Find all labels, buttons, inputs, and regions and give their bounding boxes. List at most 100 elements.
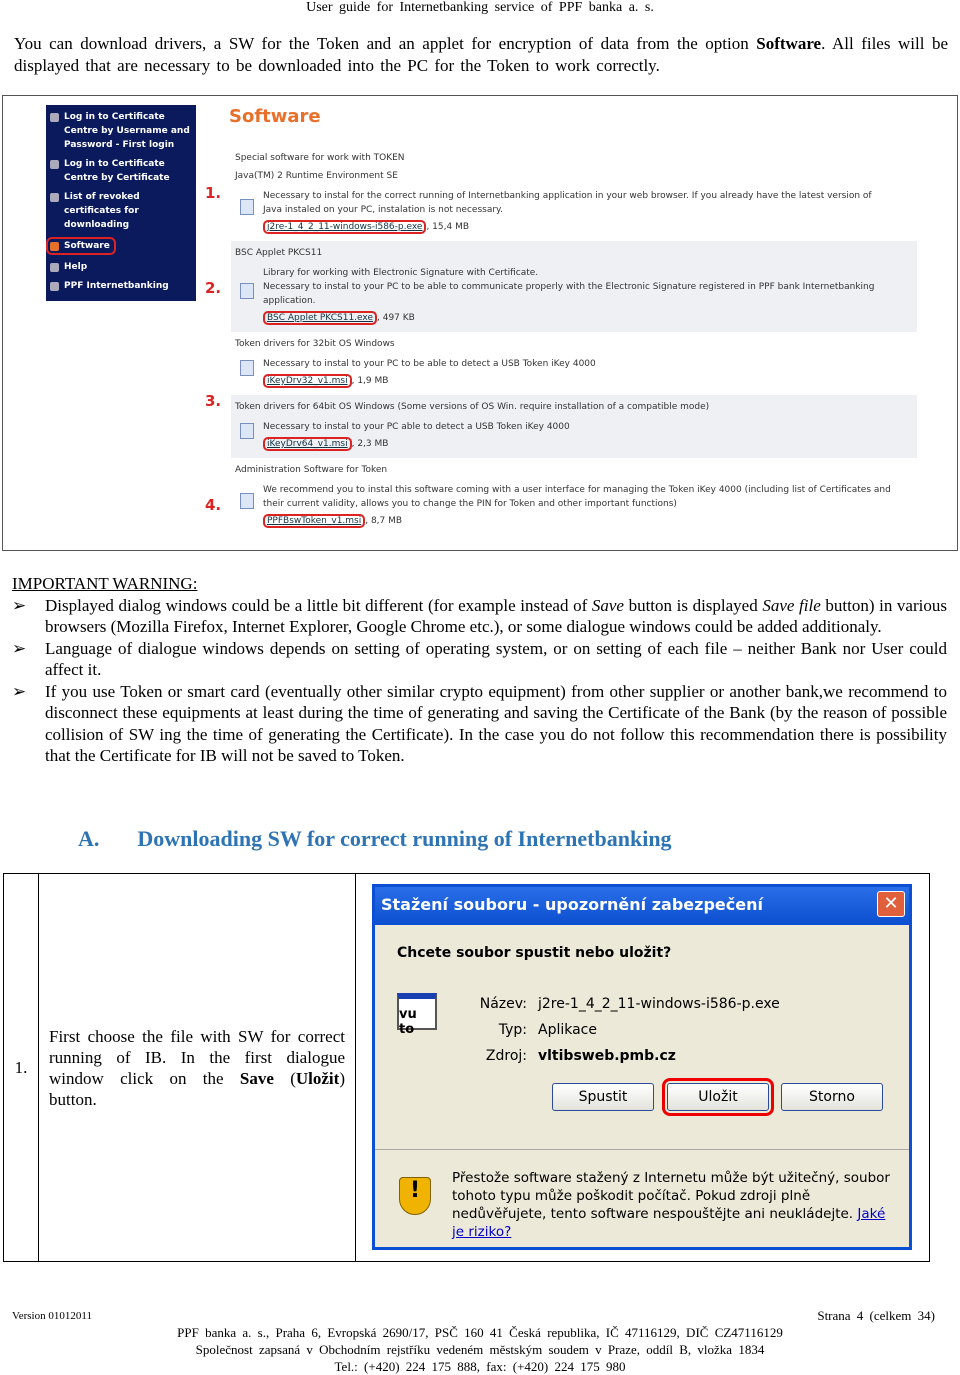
section-letter: A.	[78, 826, 100, 851]
file-size: , 8,7 MB	[365, 516, 403, 526]
description: We recommend you to instal this software…	[263, 485, 891, 495]
bullet-icon	[50, 160, 59, 169]
software-screenshot: Log in to Certificate Centre by Username…	[2, 95, 958, 551]
section-title: Downloading SW for correct running of In…	[137, 826, 672, 851]
description: Necessary to instal for the correct runn…	[263, 191, 872, 201]
file-size: , 497 KB	[377, 313, 415, 323]
section-heading: Token drivers for 32bit OS Windows	[235, 339, 395, 349]
cancel-button[interactable]: Storno	[781, 1083, 883, 1111]
footer-line: Společnost zapsaná v Obchodním rejstříku…	[195, 1342, 765, 1357]
sidebar-item[interactable]: Software	[46, 237, 116, 255]
download-link[interactable]: j2re-1_4_2_11-windows-i586-p.exe	[263, 220, 427, 234]
software-section: 1. Special software for work with TOKEN Ja…	[205, 146, 917, 241]
intro-bold: Software	[756, 34, 822, 53]
software-section: Token drivers for 64bit OS Windows (Some…	[231, 395, 917, 458]
save-button[interactable]: Uložit	[662, 1078, 774, 1116]
warning-bullet: Displayed dialog windows could be a litt…	[12, 595, 947, 638]
file-name: j2re-1_4_2_11-windows-i586-p.exe	[538, 996, 780, 1012]
bullet-icon	[50, 242, 59, 251]
sidebar-item[interactable]: PPF Internetbanking	[50, 279, 192, 293]
file-icon	[240, 423, 254, 439]
section-heading: BSC Applet PKCS11	[235, 248, 323, 258]
text: Save	[239, 1068, 274, 1088]
sidebar-item[interactable]: Log in to Certificate Centre by Username…	[50, 110, 192, 152]
software-section: 4. Administration Software for Token We re…	[205, 458, 917, 535]
security-warning: Přestože software stažený z Internetu mů…	[452, 1169, 892, 1241]
dialog-values: j2re-1_4_2_11-windows-i586-p.exe Aplikace…	[538, 991, 780, 1069]
download-link[interactable]: iKeyDrv64_v1.msi	[263, 437, 352, 451]
intro-paragraph: You can download drivers, a SW for the T…	[14, 33, 948, 76]
version: Version 01012011	[12, 1310, 92, 1322]
bullet-icon	[50, 193, 59, 202]
important-warning: IMPORTANT WARNING: Displayed dialog wind…	[12, 573, 947, 767]
sidebar: Log in to Certificate Centre by Username…	[46, 105, 196, 301]
dialog-labels: Název: Typ: Zdroj:	[475, 991, 527, 1069]
file-icon	[240, 283, 254, 299]
download-link[interactable]: PPFBswToken_v1.msi	[263, 514, 366, 528]
software-section: 3. Token drivers for 32bit OS Windows Nece…	[205, 332, 917, 410]
description: Necessary to instal to your PC able to d…	[263, 422, 570, 432]
application-icon: vu to	[397, 993, 437, 1037]
file-type: Aplikace	[538, 1022, 597, 1038]
bullet-icon	[50, 263, 59, 272]
file-icon	[240, 199, 254, 215]
bullet-icon	[50, 282, 59, 291]
sidebar-item[interactable]: Log in to Certificate Centre by Certific…	[50, 157, 192, 185]
divider	[375, 1149, 909, 1150]
download-link[interactable]: iKeyDrv32_v1.msi	[263, 374, 352, 388]
step-marker: 4.	[205, 496, 222, 514]
description: application.	[263, 296, 316, 306]
description: Necessary to instal to your PC to be abl…	[263, 359, 596, 369]
warning-text: Přestože software stažený z Internetu mů…	[452, 1170, 890, 1222]
file-size: , 1,9 MB	[351, 376, 389, 386]
download-link[interactable]: BSC Applet PKCS11.exe	[263, 311, 377, 325]
run-button[interactable]: Spustit	[552, 1083, 654, 1111]
description: Library for working with Electronic Sign…	[263, 268, 539, 278]
sidebar-item-label: List of revoked certificates for downloa…	[64, 192, 140, 230]
footer-line: PPF banka a. s., Praha 6, Evropská 2690/…	[177, 1325, 783, 1340]
step-text: First choose the file with SW for correc…	[38, 873, 356, 1262]
download-dialog: Stažení souboru - upozornění zabezpečení…	[372, 884, 912, 1250]
type-label: Typ:	[498, 1022, 527, 1038]
sidebar-item[interactable]: List of revoked certificates for downloa…	[50, 190, 192, 232]
footer-line: Tel.: (+420) 224 175 888, fax: (+420) 22…	[334, 1359, 626, 1374]
sidebar-item-label: Log in to Certificate Centre by Username…	[64, 112, 190, 150]
sidebar-item-label: Log in to Certificate Centre by Certific…	[64, 159, 170, 183]
file-size: , 15,4 MB	[426, 222, 470, 232]
intro-text: You can download drivers, a SW for the T…	[14, 34, 757, 53]
dialog-title: Stažení souboru - upozornění zabezpečení	[375, 887, 909, 925]
name-label: Název:	[479, 996, 527, 1012]
text: Save	[591, 595, 624, 615]
step-marker: 1.	[205, 184, 222, 202]
step-marker: 2.	[205, 279, 222, 297]
text: Displayed dialog windows could be a litt…	[45, 595, 592, 615]
bullet-icon	[50, 113, 59, 122]
sidebar-item-label: PPF Internetbanking	[64, 281, 169, 291]
page-number: Strana 4 (celkem 34)	[817, 1308, 935, 1323]
software-list: 1. Special software for work with TOKEN Ja…	[205, 146, 917, 535]
section-heading: Special software for work with TOKEN	[235, 153, 405, 163]
section-heading: Administration Software for Token	[235, 465, 388, 475]
description: their current validity, allows you to ch…	[263, 499, 677, 509]
file-size: , 2,3 MB	[351, 439, 389, 449]
source-label: Zdroj:	[485, 1048, 527, 1064]
warning-bullet: Language of dialogue windows depends on …	[12, 638, 947, 681]
warning-title: IMPORTANT WARNING:	[12, 574, 198, 593]
text: Save file	[762, 595, 821, 615]
description: Java instaled on your PC, instalation is…	[263, 205, 503, 215]
shield-warning-icon: !	[399, 1177, 431, 1215]
software-title: Software	[229, 106, 321, 127]
description: Necessary to instal to your PC to be abl…	[263, 282, 875, 292]
section-heading: A. Downloading SW for correct running of …	[78, 826, 672, 852]
sidebar-item[interactable]: Help	[50, 260, 192, 274]
warning-bullet: If you use Token or smart card (eventual…	[12, 681, 947, 767]
dialog-question: Chcete soubor spustit nebo uložit?	[397, 945, 672, 961]
sidebar-item-label: Help	[64, 262, 88, 272]
sidebar-item-label: Software	[64, 241, 110, 251]
page-header: User guide for Internetbanking service o…	[306, 0, 654, 15]
text: Uložit	[295, 1068, 340, 1088]
section-subheading: Java(TM) 2 Runtime Environment SE	[235, 171, 398, 181]
close-button[interactable]: ✕	[877, 891, 905, 917]
text: (	[273, 1068, 296, 1088]
section-heading: Token drivers for 64bit OS Windows (Some…	[235, 402, 710, 412]
